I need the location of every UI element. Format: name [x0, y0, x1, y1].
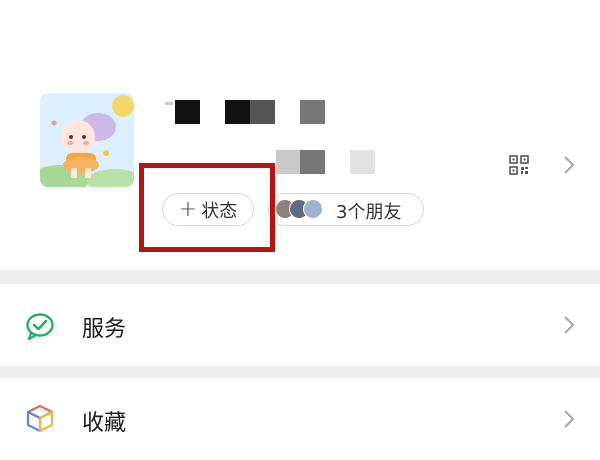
menu-item-label: 服务: [82, 317, 127, 342]
wechat-id-redaction: [350, 150, 375, 174]
avatar-image: [40, 93, 134, 187]
avatar[interactable]: [40, 93, 134, 187]
chevron-right-icon[interactable]: [563, 155, 575, 175]
highlight-box: [139, 163, 275, 252]
favorites-cube-icon: [26, 404, 54, 433]
section-divider: [0, 270, 600, 284]
wechat-pay-icon: [26, 313, 54, 341]
nickname-redaction: [300, 100, 325, 124]
wechat-id-redaction: [300, 150, 325, 174]
chevron-right-icon: [564, 316, 575, 334]
nickname-redaction: [175, 100, 200, 124]
section-divider: [0, 366, 600, 378]
profile-header[interactable]: + 状态 3个朋友: [0, 0, 600, 270]
friend-avatar: [303, 199, 323, 219]
nickname-redaction: [165, 102, 173, 105]
friends-count-label: 3个朋友: [336, 202, 402, 223]
menu-item-favorites[interactable]: 收藏: [0, 378, 600, 460]
nickname-redaction: [250, 100, 275, 124]
chevron-right-icon: [564, 410, 575, 428]
nickname-redaction: [225, 100, 250, 124]
menu-item-services[interactable]: 服务: [0, 284, 600, 366]
qr-code-icon[interactable]: [509, 155, 529, 175]
wechat-id-redaction: [276, 150, 300, 174]
menu-item-label: 收藏: [82, 411, 127, 436]
friends-status-button[interactable]: 3个朋友: [268, 193, 424, 226]
